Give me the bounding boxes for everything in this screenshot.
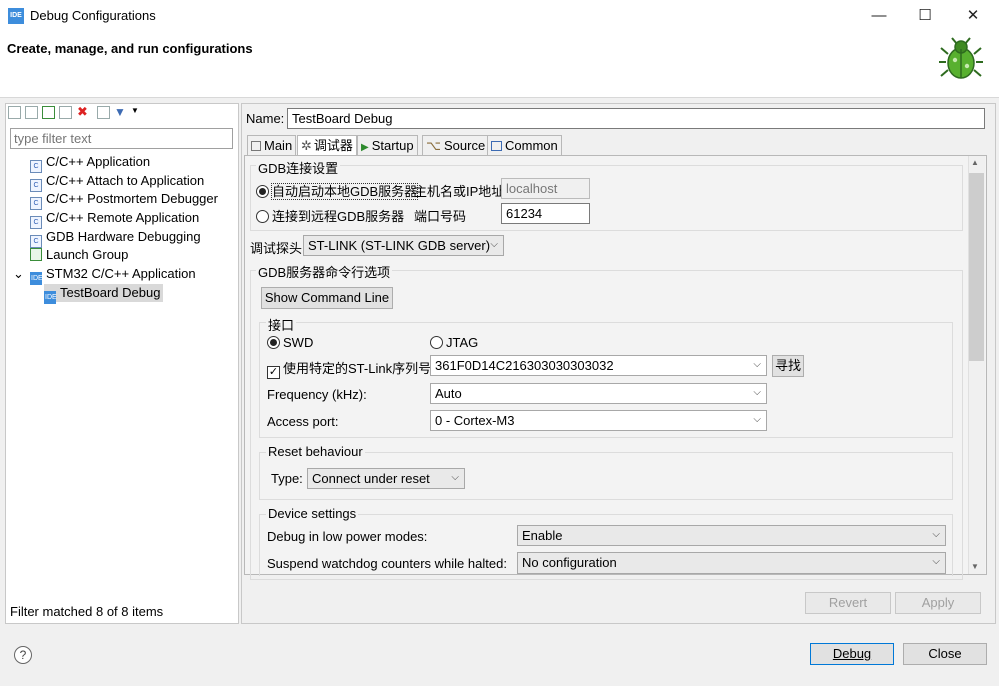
checkmark-icon[interactable]: ✓ (267, 366, 280, 379)
tree-item-stm32-app[interactable]: IDE STM32 C/C++ Application (30, 265, 196, 285)
device-settings-label: Device settings (266, 506, 359, 521)
gdb-server-options-label: GDB服务器命令行选项 (256, 262, 393, 281)
radio-jtag[interactable]: JTAG (430, 335, 478, 350)
probe-label: 调试探头 (250, 241, 303, 256)
tab-main[interactable]: Main (247, 135, 297, 155)
chevron-down-icon: ⌵ (753, 414, 761, 425)
reset-type-select[interactable]: Connect under reset ⌵ (307, 468, 465, 489)
reset-behaviour-label: Reset behaviour (266, 444, 365, 459)
radio-jtag-indicator[interactable] (430, 336, 443, 349)
chevron-down-icon: ⌵ (932, 556, 940, 567)
host-label: 主机名或IP地址 (414, 184, 505, 199)
scrollbar-thumb[interactable] (969, 173, 984, 361)
ide-icon: IDE (44, 291, 57, 304)
low-power-select[interactable]: Enable ⌵ (517, 525, 946, 546)
name-label: Name: (246, 111, 285, 126)
radio-local-gdb-indicator[interactable] (256, 185, 269, 198)
maximize-button[interactable]: ☐ (902, 0, 948, 32)
access-port-label: Access port: (267, 414, 339, 429)
tree-item-cpp-attach[interactable]: C C/C++ Attach to Application (30, 172, 204, 192)
chevron-down-icon: ⌵ (753, 387, 761, 398)
name-input[interactable] (287, 108, 985, 129)
help-icon[interactable]: ? (14, 646, 32, 664)
tree-item-cpp-app[interactable]: C C/C++ Application (30, 153, 150, 173)
duplicate-icon[interactable] (59, 106, 72, 119)
frequency-select[interactable]: Auto ⌵ (430, 383, 767, 404)
collapse-all-icon[interactable] (97, 106, 110, 119)
app-icon: IDE (8, 8, 24, 24)
apply-button[interactable]: Apply (895, 592, 981, 614)
radio-local-gdb[interactable]: 自动启动本地GDB服务器 (256, 181, 419, 200)
tab-debugger[interactable]: ✲ 调试器 (297, 135, 357, 156)
radio-remote-gdb[interactable]: 连接到远程GDB服务器 (256, 206, 404, 225)
bug-icon (938, 36, 984, 82)
new-config-icon[interactable] (8, 106, 21, 119)
probe-select[interactable]: ST-LINK (ST-LINK GDB server) ⌵ (303, 235, 504, 256)
tab-common[interactable]: Common (487, 135, 562, 155)
filter-status: Filter matched 8 of 8 items (10, 604, 164, 619)
tree-item-launch-group[interactable]: Launch Group (30, 246, 128, 264)
config-toolbar: ✖ ▼ ▼ (8, 105, 139, 122)
host-field[interactable]: localhost (501, 178, 590, 199)
chevron-down-icon: ⌵ (451, 472, 459, 483)
window-title: Debug Configurations (30, 8, 156, 23)
show-command-line-button[interactable]: Show Command Line (261, 287, 393, 309)
filter-input[interactable] (10, 128, 233, 149)
radio-remote-gdb-indicator[interactable] (256, 210, 269, 223)
tree-item-testboard-debug[interactable]: IDE TestBoard Debug (44, 284, 164, 304)
tree-item-gdb-hardware[interactable]: C GDB Hardware Debugging (30, 228, 201, 248)
ide-icon: IDE (30, 272, 43, 285)
filter-icon[interactable]: ▼ (114, 106, 127, 119)
common-tab-icon (491, 141, 502, 151)
scroll-up-icon[interactable]: ▲ (971, 158, 979, 167)
port-label: 端口号码 (414, 209, 467, 224)
radio-swd-indicator[interactable] (267, 336, 280, 349)
tree-expander[interactable]: ⌄ (13, 265, 24, 283)
revert-button[interactable]: Revert (805, 592, 891, 614)
serial-checkbox[interactable]: ✓ 使用特定的ST-Link序列号 (267, 358, 431, 379)
radio-swd[interactable]: SWD (267, 335, 313, 350)
watchdog-select[interactable]: No configuration ⌵ (517, 552, 946, 574)
scroll-down-icon[interactable]: ▼ (971, 562, 979, 571)
chevron-down-icon: ⌵ (490, 239, 498, 250)
view-menu-icon[interactable]: ▼ (131, 106, 139, 115)
source-tab-icon: ⌥ (426, 138, 441, 153)
debugger-tab-icon: ✲ (301, 138, 312, 153)
tab-startup[interactable]: ▶ Startup (357, 135, 418, 155)
serial-select[interactable]: 361F0D14C216303030303032 ⌵ (430, 355, 767, 376)
find-button[interactable]: 寻找 (772, 355, 804, 377)
minimize-button[interactable]: — (856, 0, 902, 32)
startup-tab-icon: ▶ (361, 142, 369, 153)
tree-item-cpp-remote[interactable]: C C/C++ Remote Application (30, 209, 199, 229)
access-port-select[interactable]: 0 - Cortex-M3 ⌵ (430, 410, 767, 431)
chevron-down-icon: ⌵ (753, 359, 761, 370)
interface-group-label: 接口 (266, 315, 297, 334)
delete-icon[interactable]: ✖ (76, 105, 89, 119)
banner-title: Create, manage, and run configurations (7, 41, 253, 56)
low-power-label: Debug in low power modes: (267, 529, 428, 544)
export-icon[interactable] (42, 106, 55, 119)
frequency-label: Frequency (kHz): (267, 387, 367, 402)
close-window-button[interactable]: ✕ (950, 0, 996, 32)
reset-type-label: Type: (271, 471, 303, 486)
debug-button[interactable]: Debug (810, 643, 894, 665)
new-prototype-icon[interactable] (25, 106, 38, 119)
watchdog-label: Suspend watchdog counters while halted: (267, 556, 507, 571)
gdb-connection-group-label: GDB连接设置 (256, 158, 341, 177)
tab-source[interactable]: ⌥ Source (422, 135, 490, 155)
close-button[interactable]: Close (903, 643, 987, 665)
port-field[interactable]: 61234 (501, 203, 590, 224)
tree-item-cpp-postmortem[interactable]: C C/C++ Postmortem Debugger (30, 190, 218, 210)
main-tab-icon (251, 141, 261, 151)
chevron-down-icon: ⌵ (932, 529, 940, 540)
launch-group-icon (30, 248, 42, 261)
